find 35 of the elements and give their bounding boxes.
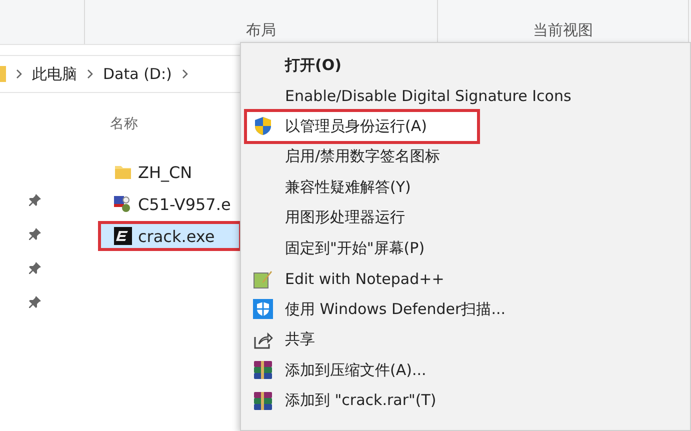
archive-icon [253,390,273,411]
menu-item[interactable]: 添加到压缩文件(A)... [247,356,667,384]
chevron-icon [16,69,22,79]
pin-icon [28,193,42,207]
pin-icon [28,261,42,275]
shield-icon [254,116,272,136]
app-icon [114,227,132,245]
shield-icon [253,299,273,320]
menu-item[interactable]: 共享 [247,326,667,354]
menu-item[interactable]: 用图形处理器运行 [247,204,667,232]
menu-item[interactable]: Enable/Disable Digital Signature Icons [247,82,667,110]
pin-icon [28,227,42,241]
menu-item[interactable]: 打开(O) [247,51,667,80]
ribbon-group-label: 当前视图 [533,21,593,40]
archive-icon [253,360,273,380]
column-header[interactable]: 名称 [110,115,138,133]
breadcrumb-item[interactable]: 此电脑 [32,64,77,84]
installer-icon [114,195,132,213]
menu-item[interactable]: 以管理员身份运行(A) [247,112,477,140]
menu-item[interactable]: Edit with Notepad++ [247,264,667,293]
file-item[interactable]: C51-V957.e [100,191,240,217]
ribbon-group-label: 布局 [246,21,276,40]
menu-item[interactable]: 兼容性疑难解答(Y) [247,173,667,202]
menu-item[interactable]: 使用 Windows Defender扫描... [247,295,667,324]
chevron-icon [182,69,188,79]
breadcrumb-item[interactable]: Data (D:) [103,65,172,83]
notepad-icon [253,268,273,289]
file-item[interactable]: ZH_CN [100,159,240,185]
menu-item[interactable]: 固定到"开始"屏幕(P) [247,234,667,262]
menu-item[interactable]: 添加到 "crack.rar"(T) [247,386,667,415]
pin-icon [28,295,42,309]
share-icon [253,330,273,349]
chevron-icon [87,69,93,79]
menu-item[interactable]: 启用/禁用数字签名图标 [247,142,667,171]
file-item[interactable]: crack.exe [100,223,240,249]
